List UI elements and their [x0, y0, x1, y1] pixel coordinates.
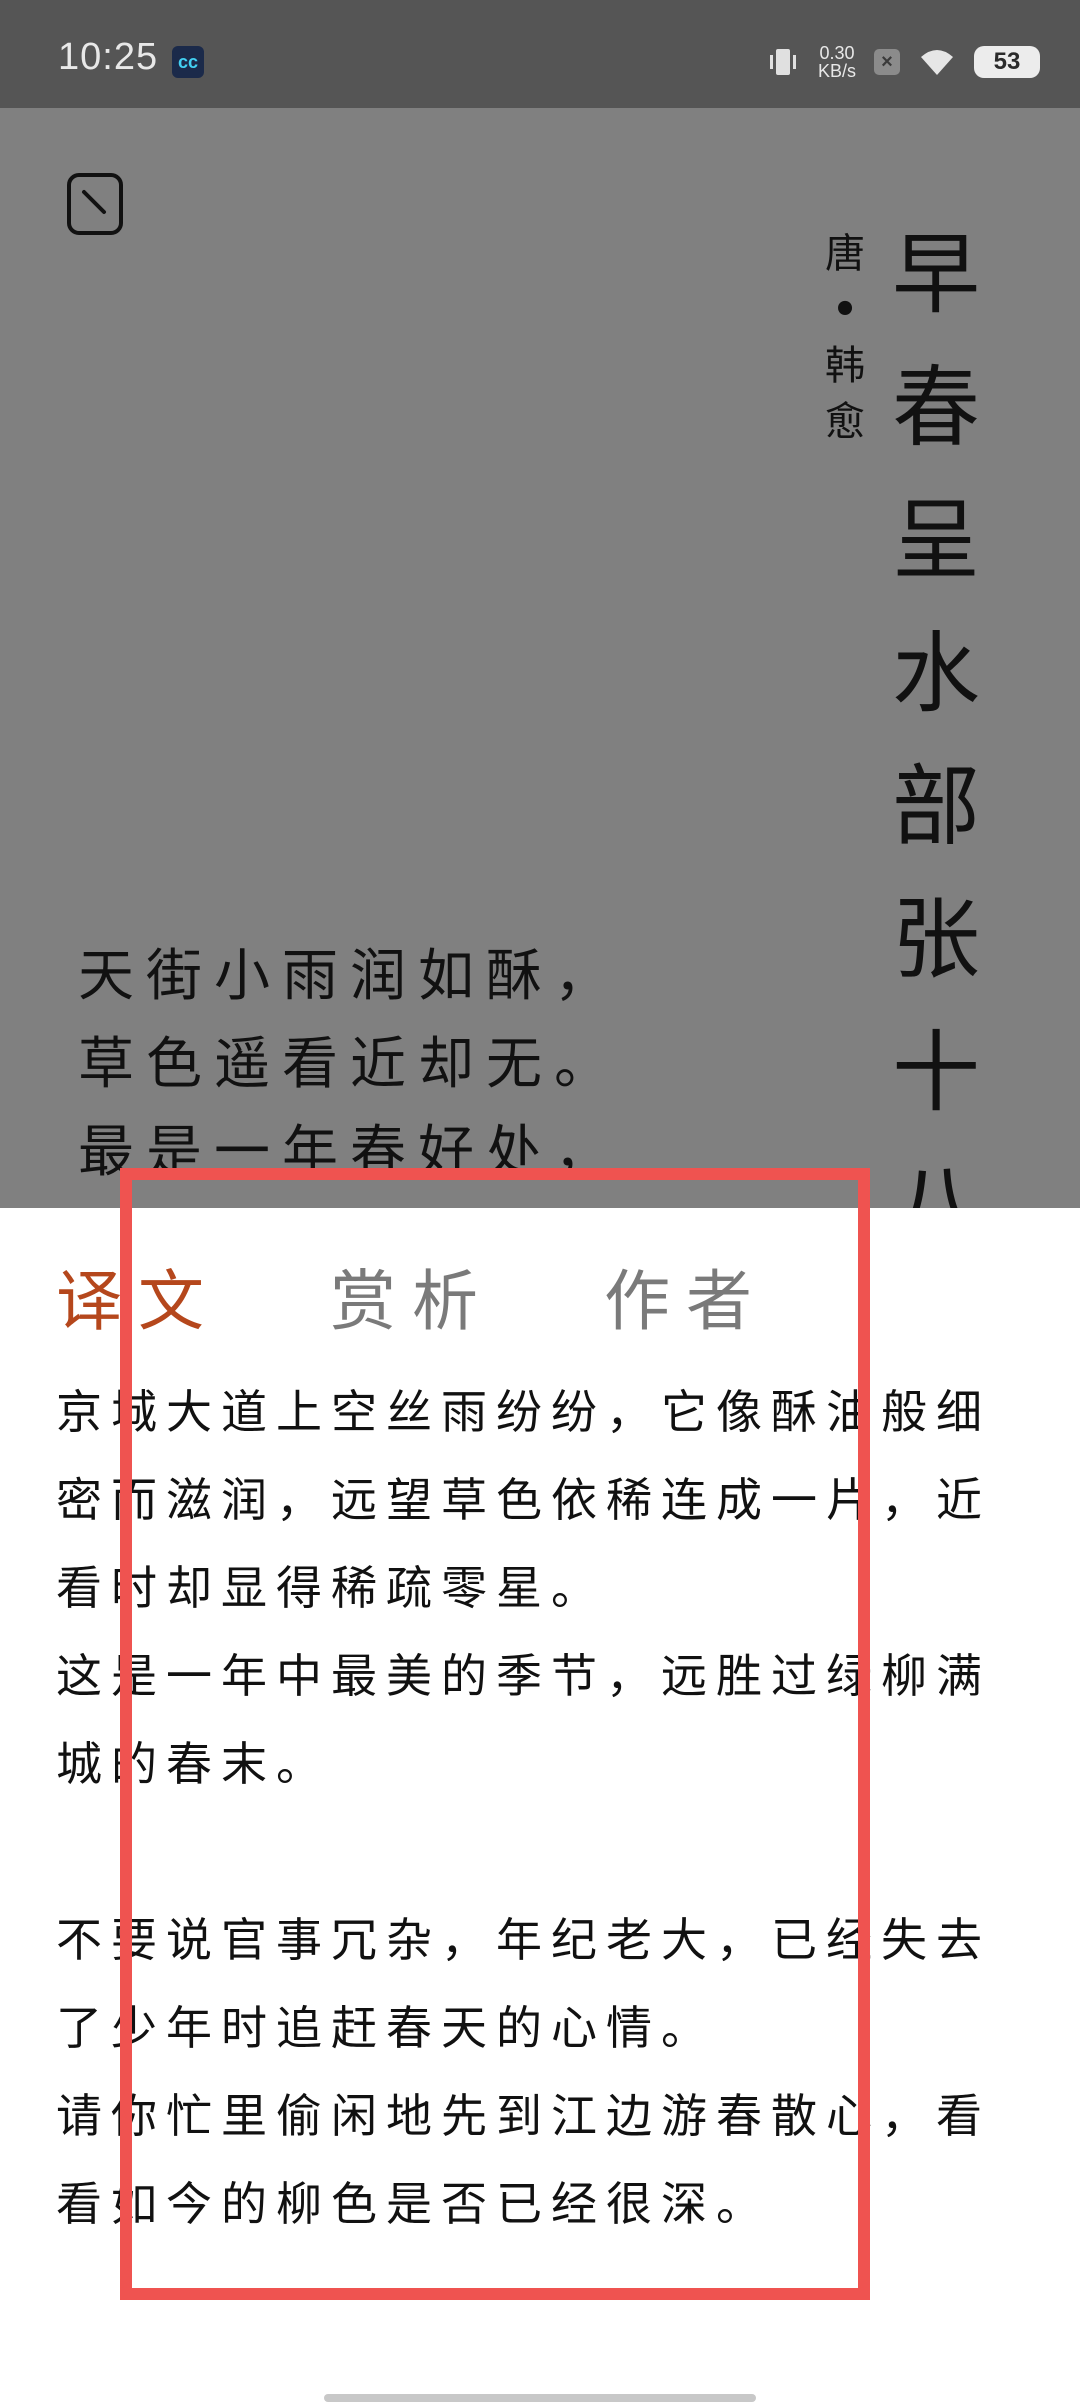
network-speed-value: 0.30 [819, 43, 855, 63]
status-time: 10:25 [58, 36, 159, 78]
detail-sheet: 译文 赏析 作者 京城大道上空丝雨纷纷，它像酥油般细密而滋润，远望草色依稀连成一… [0, 1208, 1080, 2408]
share-icon[interactable] [66, 172, 124, 236]
author-separator: • [832, 286, 858, 333]
tab-translation[interactable]: 译文 [56, 1248, 220, 1344]
tab-author[interactable]: 作者 [604, 1248, 768, 1344]
poem-line: 天街小雨润如酥， [78, 944, 622, 1009]
translation-paragraph: 这是一年中最美的季节，远胜过绿柳满城的春末。 [56, 1649, 991, 1791]
poem-author-info: 唐 • 韩愈 [820, 226, 870, 450]
poem-line: 最是一年春好处， [78, 1120, 622, 1185]
wifi-icon [921, 50, 953, 75]
network-speed-unit: KB/s [817, 61, 856, 81]
poem-title: 早春呈水部张十八 [891, 223, 980, 1208]
battery-indicator: 53 [974, 46, 1040, 78]
poem-body: 天街小雨润如酥， 草色遥看近却无。 最是一年春好处， [78, 933, 622, 1197]
translation-paragraph: 请你忙里偷闲地先到江边游春散心，看看如今的柳色是否已经很深。 [56, 2089, 991, 2231]
poem-area: 早春呈水部张十八 唐 • 韩愈 天街小雨润如酥， 草色遥看近却无。 最是一年春好… [0, 108, 1080, 1208]
vibrate-icon [769, 49, 796, 75]
status-indicators: 0.30 KB/s × 53 [766, 40, 1040, 84]
app-notification-icon: cc [172, 46, 204, 78]
detail-tabs: 译文 赏析 作者 [56, 1248, 768, 1344]
screen: 10:25 cc 0.30 KB/s × 53 早春呈水部张十八 唐 • 韩愈 … [0, 0, 1080, 2408]
translation-paragraph: 不要说官事冗杂，年纪老大，已经失去了少年时追赶春天的心情。 [56, 1913, 991, 2055]
status-bar: 10:25 cc 0.30 KB/s × 53 [0, 0, 1080, 108]
no-sim-icon: × [874, 49, 900, 75]
network-speed: 0.30 KB/s [818, 44, 856, 80]
poem-dynasty: 唐 [825, 231, 865, 277]
translation-paragraph: 京城大道上空丝雨纷纷，它像酥油般细密而滋润，远望草色依稀连成一片，近看时却显得稀… [56, 1385, 991, 1615]
tab-appreciation[interactable]: 赏析 [330, 1248, 494, 1344]
poem-line: 草色遥看近却无。 [78, 1032, 622, 1097]
poem-author: 韩愈 [825, 343, 865, 445]
translation-text: 京城大道上空丝雨纷纷，它像酥油般细密而滋润，远望草色依稀连成一片，近看时却显得稀… [56, 1368, 1036, 2248]
home-indicator[interactable] [324, 2394, 756, 2402]
